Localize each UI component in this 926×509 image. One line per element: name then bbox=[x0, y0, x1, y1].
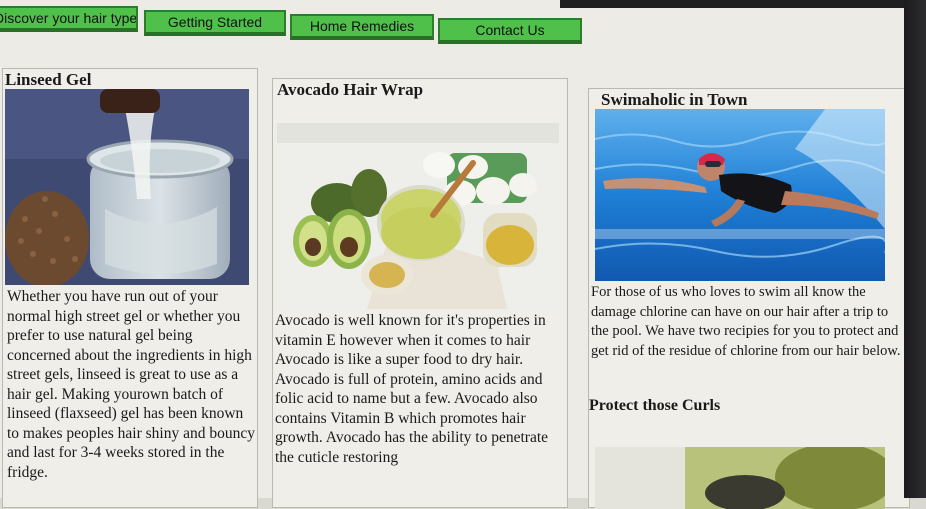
site-navigation: Discover your hair type Getting Started … bbox=[0, 0, 600, 48]
article-text: Avocado is well known for it's propertie… bbox=[275, 312, 549, 466]
linseed-gel-image bbox=[5, 89, 249, 285]
article-avocado-hair-wrap: Avocado Hair Wrap Avocado is well known … bbox=[272, 78, 568, 508]
article-title: Linseed Gel bbox=[5, 70, 92, 89]
article-title: Avocado Hair Wrap bbox=[277, 80, 424, 99]
curls-image bbox=[595, 447, 885, 509]
article-linseed-gel: Linseed Gel Whether you have run out of … bbox=[2, 68, 258, 508]
nav-contact-us[interactable]: Contact Us bbox=[438, 18, 582, 44]
section-subheading: Protect those Curls bbox=[589, 397, 721, 414]
browser-viewport: Discover your hair type Getting Started … bbox=[0, 0, 912, 509]
nav-getting-started[interactable]: Getting Started bbox=[144, 10, 286, 36]
avocado-hair-wrap-image bbox=[277, 123, 559, 309]
article-text: For those of us who loves to swim all kn… bbox=[591, 284, 901, 359]
article-text: Whether you have run out of your normal … bbox=[7, 288, 255, 481]
monitor-bezel-right bbox=[904, 0, 926, 498]
article-title: Swimaholic in Town bbox=[601, 90, 748, 109]
monitor-bezel-top bbox=[560, 0, 926, 8]
nav-home-remedies[interactable]: Home Remedies bbox=[290, 14, 434, 40]
article-swimaholic-in-town: Swimaholic in Town For those of us who l… bbox=[588, 88, 910, 509]
nav-discover-hair-type[interactable]: Discover your hair type bbox=[0, 6, 138, 32]
swimmer-image bbox=[595, 109, 885, 281]
